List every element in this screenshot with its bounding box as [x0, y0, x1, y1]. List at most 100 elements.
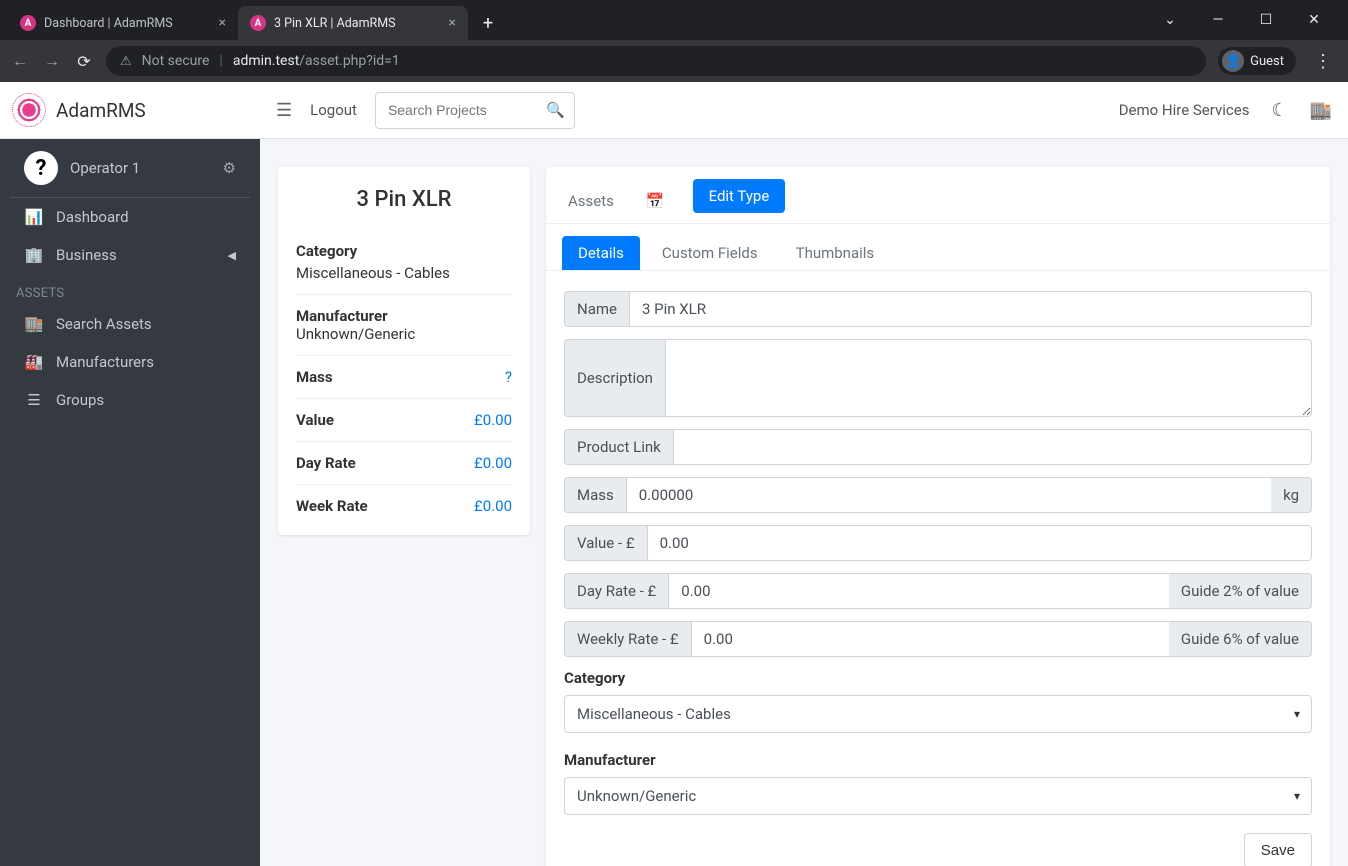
subtab-custom-fields[interactable]: Custom Fields: [646, 236, 774, 270]
not-secure-label: Not secure: [142, 53, 210, 69]
instance-name[interactable]: Demo Hire Services: [1119, 101, 1250, 119]
window-controls: ⌄ ― ☐ ✕: [1156, 12, 1340, 28]
nav-label: Manufacturers: [56, 353, 154, 371]
nav-label: Dashboard: [56, 208, 129, 226]
nav-heading-assets: ASSETS: [0, 274, 260, 305]
project-search: 🔍: [375, 92, 575, 129]
summary-mass: Mass ?: [296, 356, 512, 399]
favicon-icon: A: [250, 15, 266, 31]
field-value: Value - £: [564, 525, 1312, 561]
asset-summary-card: 3 Pin XLR Category Miscellaneous - Cable…: [278, 167, 530, 535]
nav-search-assets[interactable]: 🏬 Search Assets: [8, 306, 252, 342]
nav-groups[interactable]: ☰ Groups: [8, 382, 252, 418]
mass-help-link[interactable]: ?: [505, 368, 512, 386]
content-area: 3 Pin XLR Category Miscellaneous - Cable…: [260, 139, 1348, 866]
address-bar: ← → ⟳ ⚠ Not secure | admin.test/asset.ph…: [0, 40, 1348, 82]
warehouse-icon: 🏬: [24, 315, 44, 333]
sidebar: AdamRMS ? Operator 1 ⚙ 📊 Dashboard 🏢 Bus…: [0, 82, 260, 866]
tab-title: Dashboard | AdamRMS: [44, 16, 173, 31]
dashboard-icon: 📊: [24, 208, 44, 226]
manufacturer-select[interactable]: Unknown/Generic: [564, 777, 1312, 815]
field-day-rate: Day Rate - £ Guide 2% of value: [564, 573, 1312, 609]
back-icon[interactable]: ←: [10, 51, 30, 71]
tab-edit-type[interactable]: Edit Type: [693, 179, 786, 213]
weekly-rate-guide-button[interactable]: Guide 6% of value: [1169, 621, 1312, 657]
maximize-icon[interactable]: ☐: [1252, 12, 1280, 28]
day-rate-guide-button[interactable]: Guide 2% of value: [1169, 573, 1312, 609]
name-input[interactable]: [629, 291, 1312, 327]
user-panel: ? Operator 1 ⚙: [10, 139, 250, 198]
product-link-input[interactable]: [673, 429, 1312, 465]
field-product-link: Product Link: [564, 429, 1312, 465]
not-secure-icon: ⚠: [120, 54, 132, 69]
close-icon[interactable]: ×: [219, 15, 226, 31]
industry-icon: 🏭: [24, 353, 44, 371]
close-window-icon[interactable]: ✕: [1300, 12, 1328, 28]
nav-business[interactable]: 🏢 Business ◀: [8, 237, 252, 273]
omnibox[interactable]: ⚠ Not secure | admin.test/asset.php?id=1: [106, 46, 1206, 76]
browser-tab-dashboard[interactable]: A Dashboard | AdamRMS ×: [8, 6, 238, 40]
field-description: Description: [564, 339, 1312, 417]
main-tab-row: Assets 📅 Edit Type: [546, 167, 1330, 224]
gear-icon[interactable]: ⚙: [223, 159, 236, 177]
favicon-icon: A: [20, 15, 36, 31]
tab-bar: A Dashboard | AdamRMS × A 3 Pin XLR | Ad…: [0, 0, 1348, 40]
chevron-left-icon: ◀: [228, 249, 236, 262]
brand-name: AdamRMS: [56, 99, 146, 122]
warehouse-icon[interactable]: 🏬: [1310, 100, 1332, 121]
day-rate-input[interactable]: [668, 573, 1169, 609]
summary-dayrate: Day Rate £0.00: [296, 442, 512, 485]
url-host: admin.test: [233, 53, 299, 69]
value-input[interactable]: [647, 525, 1312, 561]
summary-weekrate: Week Rate £0.00: [296, 485, 512, 527]
new-tab-button[interactable]: +: [474, 9, 502, 37]
manufacturer-label: Manufacturer: [564, 751, 1312, 769]
weekly-rate-input[interactable]: [691, 621, 1169, 657]
main-column: ☰ Logout 🔍 Demo Hire Services ☾ 🏬 3 Pin …: [260, 82, 1348, 866]
description-input[interactable]: [665, 339, 1312, 417]
field-mass: Mass kg: [564, 477, 1312, 513]
subtab-thumbnails[interactable]: Thumbnails: [780, 236, 891, 270]
close-icon[interactable]: ×: [449, 15, 456, 31]
topbar: ☰ Logout 🔍 Demo Hire Services ☾ 🏬: [260, 82, 1348, 139]
category-select[interactable]: Miscellaneous - Cables: [564, 695, 1312, 733]
field-name: Name: [564, 291, 1312, 327]
save-button[interactable]: Save: [1244, 833, 1312, 866]
brand[interactable]: AdamRMS: [0, 82, 260, 139]
mass-input[interactable]: [626, 477, 1271, 513]
sub-tab-row: Details Custom Fields Thumbnails: [546, 224, 1330, 271]
minimize-icon[interactable]: ―: [1204, 12, 1232, 28]
avatar-icon: 👤: [1222, 50, 1244, 72]
reload-icon[interactable]: ⟳: [74, 52, 94, 71]
brand-logo-icon: [12, 93, 46, 127]
profile-chip[interactable]: 👤 Guest: [1218, 47, 1296, 75]
summary-value: Value £0.00: [296, 399, 512, 442]
chevron-down-icon[interactable]: ⌄: [1156, 12, 1184, 28]
tab-calendar[interactable]: 📅: [638, 184, 673, 218]
summary-manufacturer: Manufacturer Unknown/Generic: [296, 295, 512, 356]
search-icon[interactable]: 🔍: [546, 101, 565, 119]
calendar-icon: 📅: [646, 192, 665, 210]
kebab-icon[interactable]: ⋮: [1308, 51, 1338, 72]
nav-label: Groups: [56, 391, 104, 409]
nav-manufacturers[interactable]: 🏭 Manufacturers: [8, 344, 252, 380]
subtab-details[interactable]: Details: [562, 236, 640, 270]
hamburger-icon[interactable]: ☰: [276, 100, 292, 121]
nav-label: Business: [56, 246, 117, 264]
tab-assets[interactable]: Assets: [564, 182, 618, 220]
logout-link[interactable]: Logout: [310, 101, 357, 119]
browser-tab-asset[interactable]: A 3 Pin XLR | AdamRMS ×: [238, 6, 468, 40]
details-form: Name Description Product Link Mass: [546, 271, 1330, 866]
summary-category: Category Miscellaneous - Cables: [296, 230, 512, 295]
nav-label: Search Assets: [56, 315, 152, 333]
moon-icon[interactable]: ☾: [1271, 100, 1287, 121]
project-search-input[interactable]: [375, 92, 575, 129]
category-label: Category: [564, 669, 1312, 687]
forward-icon: →: [42, 51, 62, 71]
nav-dashboard[interactable]: 📊 Dashboard: [8, 199, 252, 235]
url-path: /asset.php?id=1: [299, 53, 399, 69]
browser-chrome: A Dashboard | AdamRMS × A 3 Pin XLR | Ad…: [0, 0, 1348, 82]
user-name[interactable]: Operator 1: [70, 159, 140, 177]
app-root: AdamRMS ? Operator 1 ⚙ 📊 Dashboard 🏢 Bus…: [0, 82, 1348, 866]
asset-title: 3 Pin XLR: [296, 187, 512, 212]
